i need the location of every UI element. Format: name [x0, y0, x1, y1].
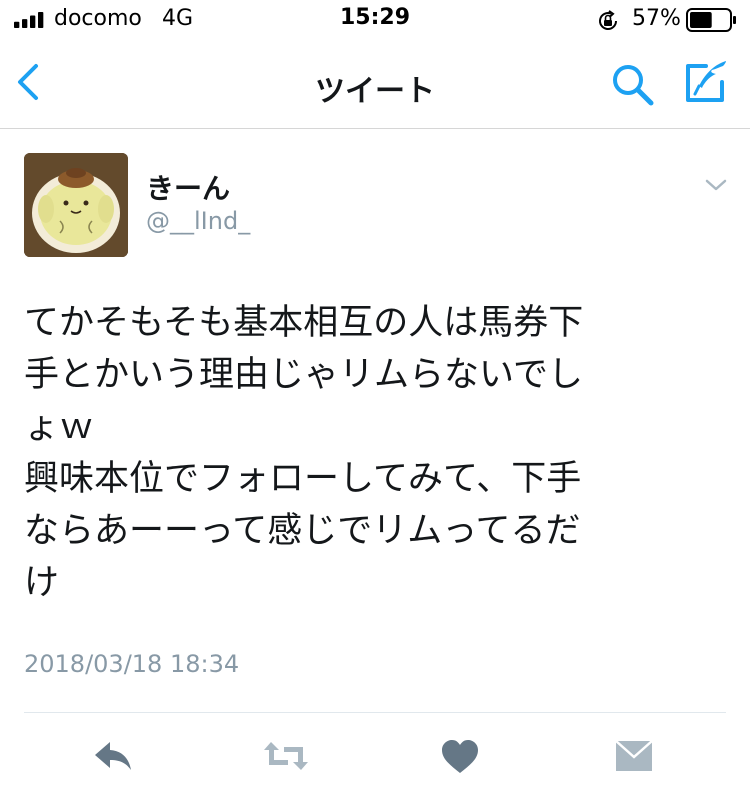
user-display-name[interactable]: きーん — [146, 167, 230, 207]
user-handle[interactable]: @__lInd_ — [146, 207, 250, 235]
chevron-down-icon[interactable] — [704, 177, 728, 193]
tweet-text: てかそもそも基本相互の人は馬券下 手とかいう理由じゃリムらないでし ょｗ 興味本… — [24, 303, 584, 603]
status-bar: docomo 4G 15:29 57% — [0, 0, 750, 40]
search-icon[interactable] — [610, 62, 656, 108]
like-heart-icon[interactable] — [440, 739, 480, 775]
navigation-bar: ツイート — [0, 40, 750, 129]
reply-icon[interactable] — [92, 739, 134, 773]
tweet-action-bar — [0, 713, 750, 797]
tweet-timestamp: 2018/03/18 18:34 — [24, 650, 240, 678]
battery-percent: 57% — [632, 6, 681, 31]
direct-message-icon[interactable] — [614, 739, 654, 773]
avatar-image — [24, 153, 128, 257]
retweet-icon[interactable] — [262, 739, 310, 773]
orientation-lock-icon — [599, 10, 617, 30]
compose-tweet-icon[interactable] — [682, 58, 730, 106]
battery-icon — [686, 8, 736, 32]
avatar[interactable] — [24, 153, 128, 257]
